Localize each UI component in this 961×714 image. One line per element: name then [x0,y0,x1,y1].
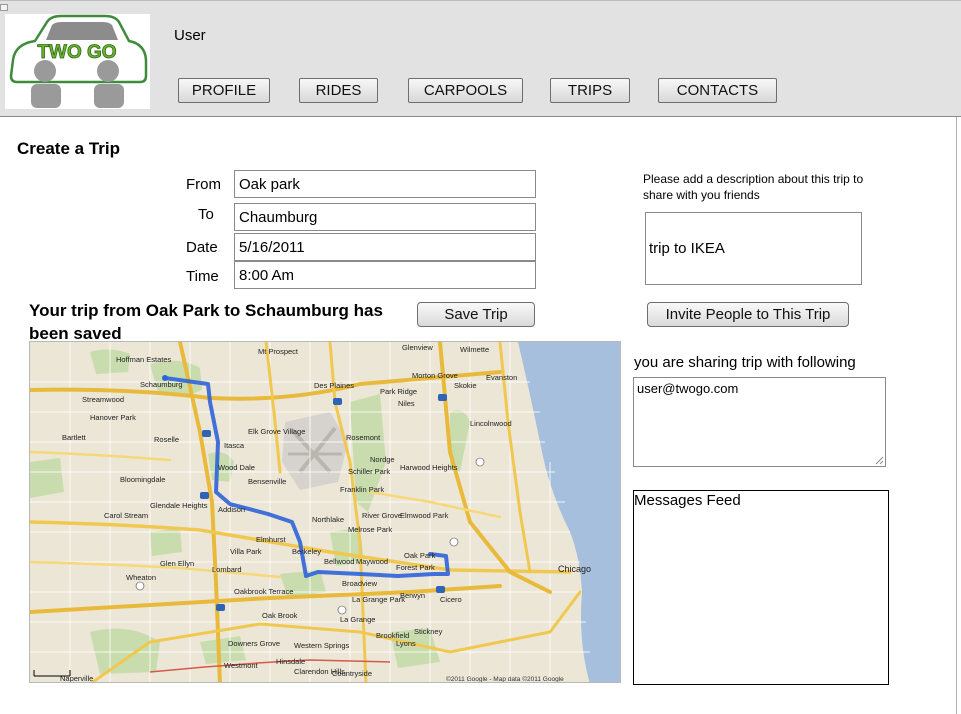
label-la-grange: La Grange [340,615,375,624]
label-bloomingdale: Bloomingdale [120,475,165,484]
label-niles: Niles [398,399,415,408]
label-lincolnwood: Lincolnwood [470,419,512,428]
label-carol-stream: Carol Stream [104,511,148,520]
label-elk-grove: Elk Grove Village [248,427,305,436]
label-skokie: Skokie [454,381,477,390]
label-mt-prospect: Mt Prospect [258,347,299,356]
label-chicago: Chicago [558,564,591,574]
description-prompt: Please add a description about this trip… [643,172,864,202]
label-schaumburg: Schaumburg [140,380,183,389]
label-itasca: Itasca [224,441,245,450]
label-stickney: Stickney [414,627,443,636]
label-schiller-park: Schiller Park [348,467,390,476]
label-countryside: Countryside [332,669,372,678]
label-naperville: Naperville [60,674,93,683]
label-wheaton: Wheaton [126,573,156,582]
username-label: User [174,27,206,44]
sharing-label: you are sharing trip with following [634,354,856,371]
label-westmont: Westmont [224,661,259,670]
time-label: Time [186,268,219,285]
sharing-textarea[interactable]: user@twogo.com [633,377,886,467]
label-maywood: Maywood [356,557,388,566]
label-northlake: Northlake [312,515,344,524]
route-map-svg: Schaumburg Hoffman Estates Streamwood Ha… [30,342,620,683]
label-oakbrook-terrace: Oakbrook Terrace [234,587,293,596]
label-des-plaines: Des Plaines [314,381,354,390]
nav-contacts-button[interactable]: CONTACTS [658,78,777,103]
label-nordge: Nordge [370,455,395,464]
label-roselle: Roselle [154,435,179,444]
date-label: Date [186,239,218,256]
description-textarea[interactable]: trip to IKEA [645,212,862,285]
nav-profile-button[interactable]: PROFILE [178,78,270,103]
label-oak-park: Oak Park [404,551,436,560]
time-input[interactable] [234,261,536,289]
label-hanover-park: Hanover Park [90,413,136,422]
to-label: To [198,206,214,223]
label-broadview: Broadview [342,579,378,588]
page-right-border [956,117,957,714]
label-glen-ellyn: Glen Ellyn [160,559,194,568]
label-berkeley: Berkeley [292,547,321,556]
label-western-springs: Western Springs [294,641,350,650]
label-harwood-heights: Harwood Heights [400,463,458,472]
label-bartlett: Bartlett [62,433,87,442]
label-park-ridge: Park Ridge [380,387,417,396]
resize-grip-icon[interactable] [874,455,884,465]
label-glendale-heights: Glendale Heights [150,501,208,510]
twogo-logo: TWO GO [5,14,150,109]
label-la-grange-park: La Grange Park [352,595,405,604]
label-franklin-park: Franklin Park [340,485,384,494]
invite-people-button[interactable]: Invite People to This Trip [647,302,849,327]
messages-feed-title: Messages Feed [634,492,741,509]
nav-carpools-button[interactable]: CARPOOLS [408,78,523,103]
label-hinsdale: Hinsdale [276,657,305,666]
label-evanston: Evanston [486,373,517,382]
to-input[interactable] [234,203,536,231]
label-river-grove: River Grove [362,511,402,520]
label-hoffman-estates: Hoffman Estates [116,355,172,364]
label-elmhurst: Elmhurst [256,535,287,544]
label-downers-grove: Downers Grove [228,639,280,648]
label-rosemont: Rosemont [346,433,381,442]
messages-feed-panel: Messages Feed [633,490,889,685]
label-elmwood-park: Elmwood Park [400,511,449,520]
from-label: From [186,176,221,193]
label-cicero: Cicero [440,595,462,604]
logo-text: TWO GO [37,42,116,63]
nav-rides-button[interactable]: RIDES [299,78,378,103]
from-input[interactable] [234,170,536,198]
route-map[interactable]: Schaumburg Hoffman Estates Streamwood Ha… [29,341,621,683]
label-melrose-park: Melrose Park [348,525,392,534]
map-copyright: ©2011 Google - Map data ©2011 Google [446,675,564,683]
label-wood-dale: Wood Dale [218,463,255,472]
label-lombard: Lombard [212,565,242,574]
nav-trips-button[interactable]: TRIPS [550,78,630,103]
logo-image: TWO GO [9,14,148,108]
label-streamwood: Streamwood [82,395,124,404]
label-glenview: Glenview [402,343,433,352]
label-addison: Addison [218,505,245,514]
label-bensenville: Bensenville [248,477,286,486]
date-input[interactable] [234,233,536,261]
label-bellwood: Bellwood [324,557,354,566]
label-villa-park: Villa Park [230,547,262,556]
label-oak-brook: Oak Brook [262,611,298,620]
page-title: Create a Trip [17,139,120,158]
window-corner-mark [0,4,8,11]
label-morton-grove: Morton Grove [412,371,458,380]
label-forest-park: Forest Park [396,563,435,572]
trip-saved-message: Your trip from Oak Park to Schaumburg ha… [29,301,383,343]
label-lyons: Lyons [396,639,416,648]
app-header: TWO GO User PROFILE RIDES CARPOOLS TRIPS… [0,0,961,117]
label-wilmette: Wilmette [460,345,489,354]
save-trip-button[interactable]: Save Trip [417,302,535,327]
